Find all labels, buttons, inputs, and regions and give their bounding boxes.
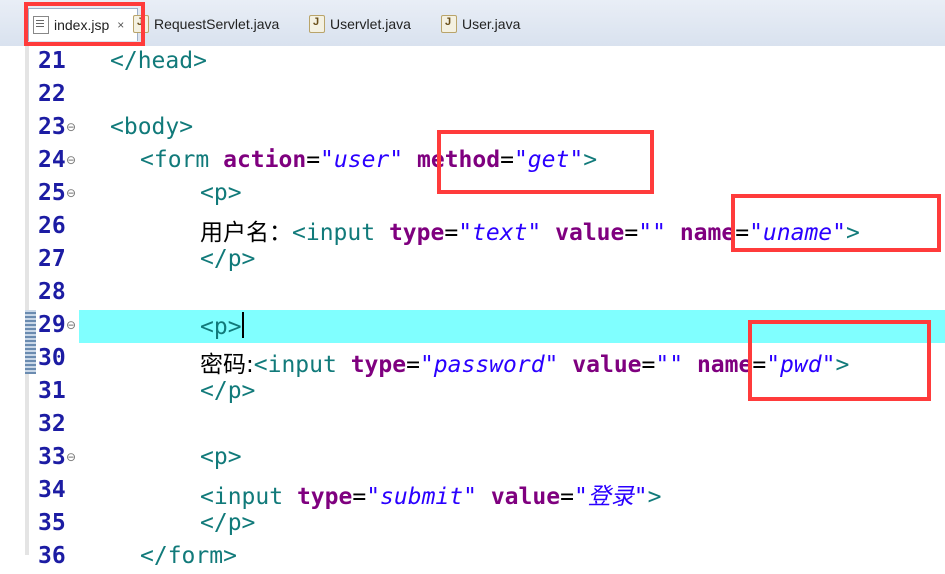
code-line-34[interactable]: 34 <input type="submit" value="登录"> xyxy=(0,475,945,510)
attribute-name: value xyxy=(490,484,561,510)
line-number: 21 xyxy=(38,48,66,74)
equals-sign: = xyxy=(444,220,459,246)
code-line-28[interactable]: 28 xyxy=(0,277,945,310)
html-tag: </p> xyxy=(200,510,256,536)
attribute-name: action xyxy=(223,147,307,173)
code-line-33[interactable]: 33 ⊖ <p> xyxy=(0,442,945,475)
tab-uservlet-java[interactable]: Uservlet.java xyxy=(309,8,411,40)
text-content: 密码: xyxy=(200,352,254,378)
java-file-icon xyxy=(309,15,325,33)
html-tag: <input xyxy=(200,484,297,510)
line-number: 27 xyxy=(38,246,66,272)
annotation-box-method xyxy=(437,130,654,194)
attribute-name: value xyxy=(555,220,625,246)
html-tag: </p> xyxy=(200,378,256,404)
html-tag: <p> xyxy=(200,180,242,206)
html-tag: <input xyxy=(292,220,389,246)
attribute-name: name xyxy=(679,220,736,246)
html-tag: </form> xyxy=(140,543,237,569)
fold-collapse-icon[interactable]: ⊖ xyxy=(66,450,76,464)
equals-sign: = xyxy=(641,352,656,378)
line-number: 23 xyxy=(38,114,66,140)
attribute-name: value xyxy=(572,352,642,378)
line-number: 25 xyxy=(38,180,66,206)
annotation-box-uname xyxy=(731,194,941,252)
html-tag: <p> xyxy=(200,444,242,470)
line-number: 28 xyxy=(38,279,66,305)
attribute-value: "" xyxy=(655,352,684,378)
tab-label: Uservlet.java xyxy=(330,16,411,32)
attribute-name: name xyxy=(696,352,753,378)
attribute-name: type xyxy=(296,484,353,510)
equals-sign: = xyxy=(352,484,367,510)
line-number: 24 xyxy=(38,147,66,173)
attribute-name: type xyxy=(350,352,407,378)
line-number: 32 xyxy=(38,411,66,437)
tab-label: User.java xyxy=(462,16,521,32)
line-number: 29 xyxy=(38,312,66,338)
fold-collapse-icon[interactable]: ⊖ xyxy=(66,186,76,200)
html-tag: </p> xyxy=(200,246,256,272)
line-number: 30 xyxy=(38,345,66,371)
code-line-32[interactable]: 32 xyxy=(0,409,945,442)
attribute-value: "text" xyxy=(458,220,542,246)
text-content: 用户名： xyxy=(200,220,292,246)
annotation-box-pwd xyxy=(748,320,931,401)
line-number: 33 xyxy=(38,444,66,470)
line-number: 26 xyxy=(38,213,66,239)
line-number: 36 xyxy=(38,543,66,569)
code-line-21[interactable]: 21 </head> xyxy=(0,46,945,79)
fold-collapse-icon[interactable]: ⊖ xyxy=(66,153,76,167)
tab-user-java[interactable]: User.java xyxy=(441,8,520,40)
line-number: 34 xyxy=(38,477,66,503)
code-editor[interactable]: 21 </head> 22 23 ⊖ <body> 24 ⊖ <form act… xyxy=(0,46,945,569)
equals-sign: = xyxy=(406,352,420,378)
text-cursor xyxy=(241,312,244,338)
fold-collapse-icon[interactable]: ⊖ xyxy=(66,318,76,332)
equals-sign: = xyxy=(560,484,574,510)
html-tag: </head> xyxy=(110,48,207,74)
code-line-22[interactable]: 22 xyxy=(0,79,945,112)
attribute-value: "登录" xyxy=(573,484,648,510)
html-tag: > xyxy=(647,484,662,510)
attribute-name: type xyxy=(388,220,445,246)
html-tag: <form xyxy=(140,147,224,173)
html-tag: <p> xyxy=(200,314,242,340)
html-tag: <body> xyxy=(110,114,194,140)
line-number: 35 xyxy=(38,510,66,536)
attribute-value: "user" xyxy=(320,147,404,173)
fold-collapse-icon[interactable]: ⊖ xyxy=(66,120,76,134)
attribute-value: "submit" xyxy=(366,484,477,510)
html-tag: <input xyxy=(253,352,351,378)
equals-sign: = xyxy=(624,220,639,246)
code-line-36[interactable]: 36 </form> xyxy=(0,541,945,574)
java-file-icon xyxy=(441,15,457,33)
line-number: 22 xyxy=(38,81,66,107)
line-number: 31 xyxy=(38,378,66,404)
equals-sign: = xyxy=(306,147,321,173)
attribute-value: "password" xyxy=(419,352,559,378)
tab-requestservlet-java[interactable]: RequestServlet.java xyxy=(133,8,279,40)
code-line-35[interactable]: 35 </p> xyxy=(0,508,945,541)
attribute-value: "" xyxy=(638,220,666,246)
tab-label: RequestServlet.java xyxy=(154,16,280,32)
annotation-box-tab xyxy=(24,2,145,46)
